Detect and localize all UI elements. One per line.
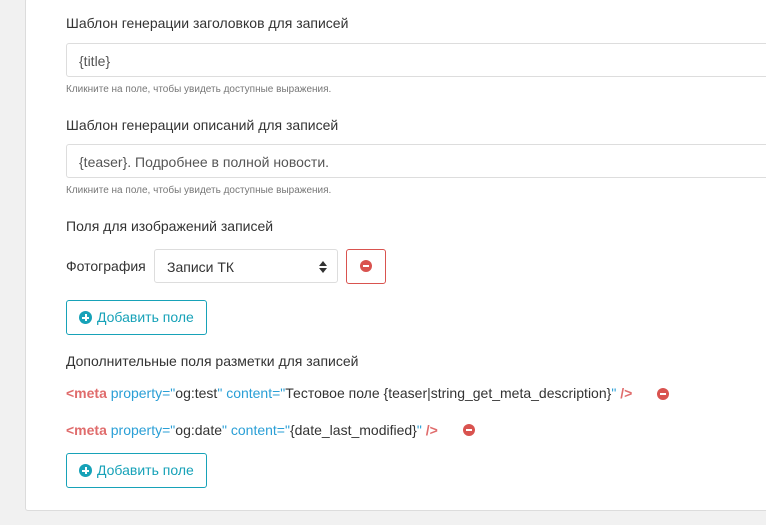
image-field-select-value: Записи ТК xyxy=(167,259,235,275)
select-arrows-icon xyxy=(319,260,327,274)
meta-attr-property: property= xyxy=(110,385,171,401)
image-field-row-label: Фотография xyxy=(66,258,146,274)
meta-quote: " xyxy=(611,385,617,401)
title-template-input[interactable]: {title} xyxy=(66,43,766,77)
image-fields-label: Поля для изображений записей xyxy=(66,218,274,234)
meta-row: <meta property="og:date" content="{date_… xyxy=(66,422,438,438)
meta-attr-content: content= xyxy=(226,385,281,401)
title-template-value: {title} xyxy=(79,53,111,69)
description-template-hint: Кликните на поле, чтобы увидеть доступны… xyxy=(66,185,332,196)
meta-content-value: {date_last_modified} xyxy=(289,422,417,438)
description-template-label: Шаблон генерации описаний для записей xyxy=(66,117,339,133)
meta-property-value: og:test xyxy=(175,385,218,401)
meta-tag-close: /> xyxy=(425,422,438,438)
image-field-select[interactable]: Записи ТК xyxy=(154,249,338,283)
description-template-value: {teaser}. Подробнее в полной новости. xyxy=(79,154,330,170)
meta-quote: " xyxy=(217,385,223,401)
add-meta-field-button[interactable]: Добавить поле xyxy=(66,453,207,488)
title-template-hint: Кликните на поле, чтобы увидеть доступны… xyxy=(66,84,332,95)
meta-tag-open: <meta xyxy=(66,385,107,401)
meta-attr-content: content= xyxy=(230,422,285,438)
meta-quote: " xyxy=(416,422,422,438)
title-template-label: Шаблон генерации заголовков для записей xyxy=(66,15,349,31)
meta-tag-close: /> xyxy=(620,385,633,401)
add-image-field-button[interactable]: Добавить поле xyxy=(66,300,207,335)
remove-image-field-button[interactable] xyxy=(346,249,386,284)
plus-circle-icon xyxy=(79,464,92,477)
add-image-field-label: Добавить поле xyxy=(97,309,194,325)
meta-quote: " xyxy=(222,422,227,438)
meta-content-value: Тестовое поле {teaser|string_get_meta_de… xyxy=(285,385,612,401)
remove-meta-field-icon[interactable] xyxy=(463,424,475,436)
meta-tag-open: <meta xyxy=(66,422,107,438)
plus-circle-icon xyxy=(79,311,92,324)
meta-fields-label: Дополнительные поля разметки для записей xyxy=(66,353,359,369)
meta-attr-property: property= xyxy=(110,422,171,438)
meta-row: <meta property="og:test" content="Тестов… xyxy=(66,385,632,401)
remove-meta-field-icon[interactable] xyxy=(657,388,669,400)
meta-property-value: og:date xyxy=(175,422,222,438)
minus-circle-icon xyxy=(360,260,372,272)
description-template-input[interactable]: {teaser}. Подробнее в полной новости. xyxy=(66,144,766,178)
add-meta-field-label: Добавить поле xyxy=(97,462,194,478)
